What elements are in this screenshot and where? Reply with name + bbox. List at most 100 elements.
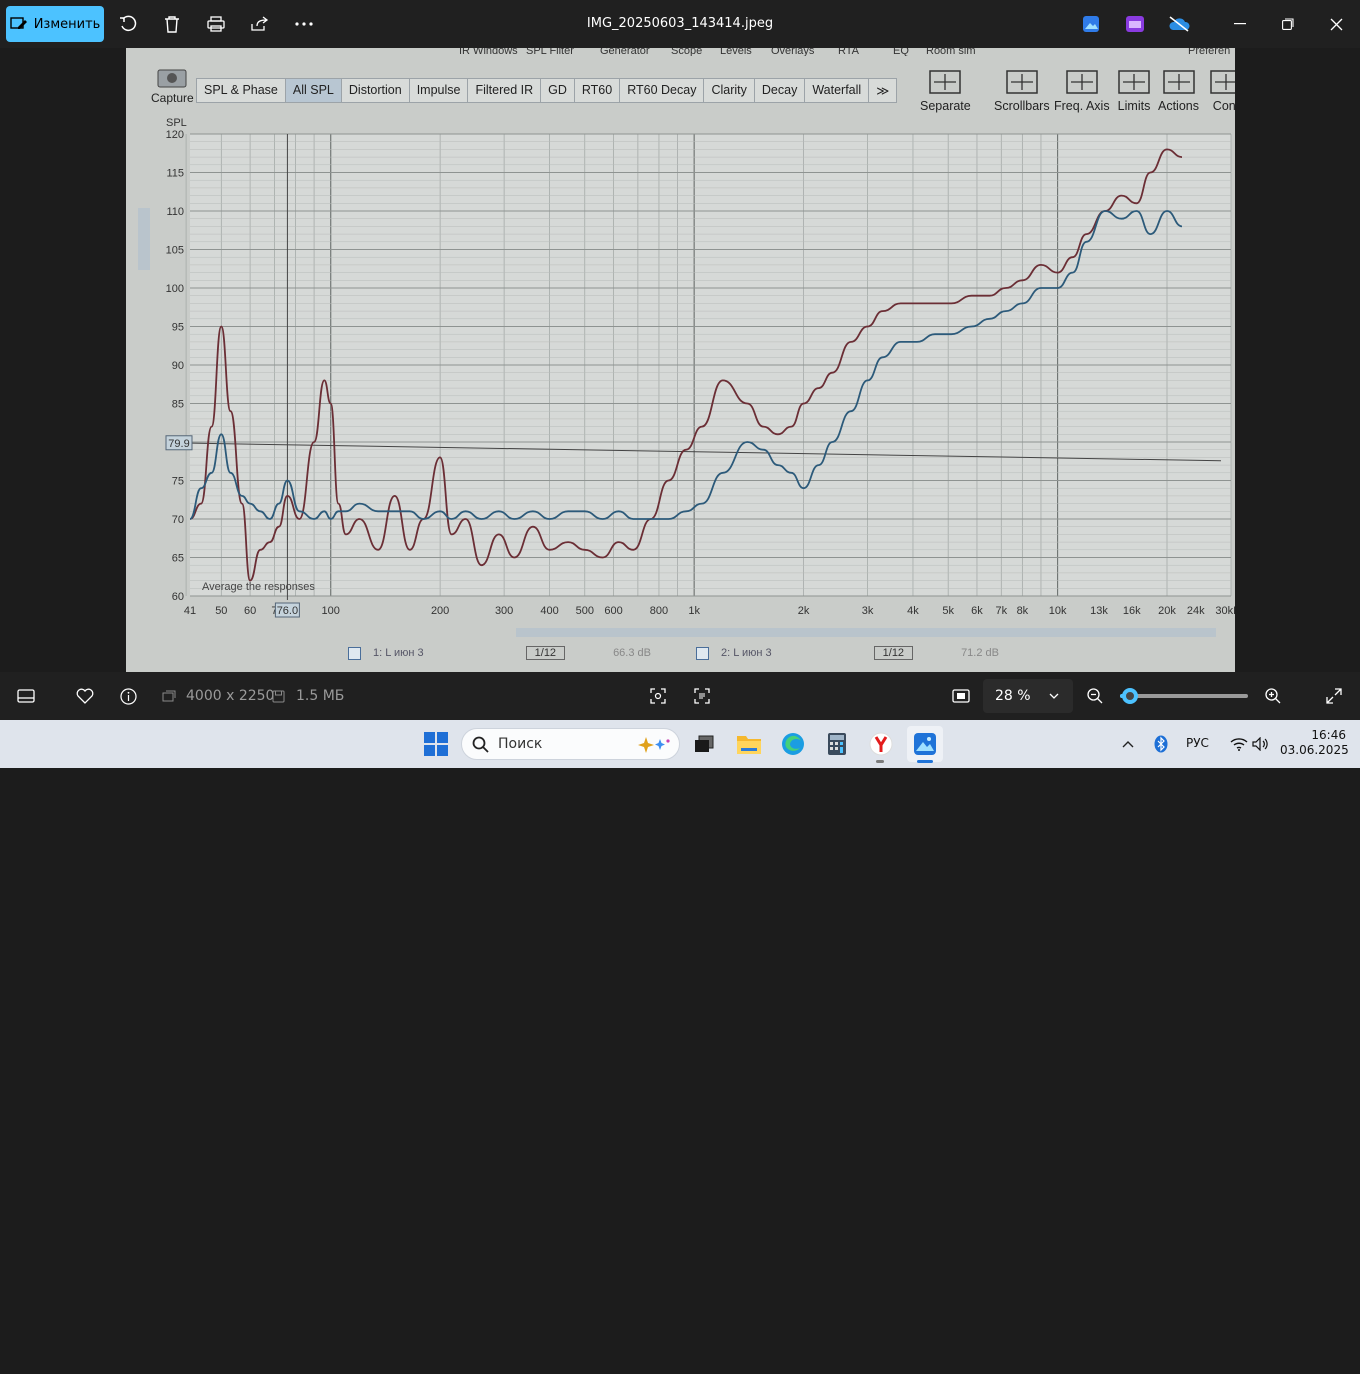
x-tick-label: 300 — [495, 605, 513, 617]
file-explorer-button[interactable] — [731, 726, 767, 762]
folder-icon — [737, 736, 761, 754]
heart-icon — [76, 688, 94, 704]
zoom-slider[interactable] — [1120, 688, 1248, 704]
y-tick-label: 115 — [166, 168, 184, 180]
chevron-down-icon — [1049, 693, 1059, 699]
x-tick-label: 24k — [1187, 605, 1205, 617]
x-tick-label: 100 — [322, 605, 340, 617]
start-button[interactable] — [418, 726, 454, 762]
photos-app-button[interactable] — [1079, 12, 1103, 36]
dimensions-icon — [162, 1362, 176, 1374]
maximize-button[interactable] — [1276, 12, 1300, 36]
filmstrip-button[interactable] — [14, 684, 38, 708]
onedrive-button[interactable] — [1167, 12, 1191, 36]
fullscreen-icon — [1326, 688, 1342, 704]
x-tick-label: 800 — [650, 605, 668, 617]
y-tick-label: 120 — [166, 129, 184, 141]
y-tick-label: 60 — [172, 591, 184, 603]
window-title: IMG_20250603_143414.jpeg — [586, 16, 774, 31]
y-tick-label: 70 — [172, 514, 184, 526]
photos-taskbar-button[interactable] — [907, 726, 943, 762]
x-tick-label: 600 — [604, 605, 622, 617]
fullscreen-button[interactable] — [1322, 684, 1346, 708]
clock[interactable]: 16:46 03.06.2025 — [1280, 728, 1349, 758]
taskbar-search[interactable]: Поиск — [461, 728, 680, 760]
y-tick-label: 65 — [172, 553, 184, 565]
x-tick-label: 13k — [1090, 605, 1108, 617]
legend-entry: 1: L июн 3 1/12 66.3 dB — [348, 646, 651, 660]
photo-canvas[interactable]: IR Windows SPL Filter Generator Scope Levels… — [126, 48, 1235, 672]
zoom-in-button[interactable] — [1261, 684, 1285, 708]
legend-checkbox — [696, 646, 709, 660]
legend-entry: 2: L июн 3 1/12 71.2 dB — [696, 646, 999, 660]
yandex-browser-button[interactable] — [863, 726, 899, 762]
cursor-x-readout: 76.0 — [277, 605, 298, 617]
task-view-icon — [695, 735, 714, 752]
y-tick-label: 105 — [166, 245, 184, 257]
quick-settings-button[interactable] — [1220, 726, 1280, 762]
visual-search-icon — [650, 688, 666, 704]
close-button[interactable] — [1324, 12, 1348, 36]
favorite-button[interactable] — [73, 684, 97, 708]
show-hidden-icons-button[interactable] — [1110, 726, 1146, 762]
search-icon — [472, 736, 489, 753]
disk-icon — [272, 690, 285, 703]
input-language[interactable]: РУС — [1186, 736, 1209, 750]
x-tick-label: 30kHz — [1215, 605, 1235, 617]
calculator-button[interactable] — [819, 726, 855, 762]
file-info-button[interactable] — [116, 684, 140, 708]
y-tick-label: 110 — [166, 206, 184, 218]
x-tick-label: 20k — [1158, 605, 1176, 617]
y-tick-label: 90 — [172, 360, 184, 372]
x-tick-label: 2k — [798, 605, 810, 617]
y-tick-label: 95 — [172, 322, 184, 334]
zoom-level: 28 % — [995, 688, 1031, 704]
x-tick-label: 200 — [431, 605, 449, 617]
x-tick-label: 500 — [576, 605, 594, 617]
x-tick-label: 41 — [184, 605, 196, 617]
text-scan-icon — [694, 688, 710, 704]
minimize-icon — [1234, 23, 1246, 25]
zoom-out-button[interactable] — [1083, 684, 1107, 708]
calculator-icon — [828, 733, 846, 755]
x-tick-label: 50 — [215, 605, 227, 617]
photo-h-scrollbar — [516, 628, 1216, 637]
clock-date: 03.06.2025 — [1280, 743, 1349, 757]
clipchamp-button[interactable] — [1123, 12, 1147, 36]
wifi-icon — [1230, 738, 1248, 751]
legend-level: 66.3 dB — [613, 647, 651, 659]
x-tick-label: 400 — [540, 605, 558, 617]
text-scan-button[interactable] — [690, 684, 714, 708]
edge-icon — [782, 733, 804, 755]
x-tick-label: 10k — [1049, 605, 1067, 617]
x-tick-label: 6k — [971, 605, 983, 617]
info-icon — [119, 687, 137, 705]
legend-label: 2: L июн 3 — [721, 647, 772, 659]
legend-checkbox — [348, 646, 361, 660]
zoom-dropdown[interactable]: 28 % — [983, 679, 1073, 713]
minimize-button[interactable] — [1228, 12, 1252, 36]
photos-icon — [1083, 16, 1099, 32]
edge-browser-button[interactable] — [775, 726, 811, 762]
cursor-y-readout: 79.9 — [168, 438, 189, 450]
visual-search-button[interactable] — [646, 684, 670, 708]
y-tick-label: 85 — [172, 399, 184, 411]
windows-logo-icon — [424, 732, 448, 756]
bluetooth-button[interactable] — [1143, 726, 1179, 762]
x-tick-label: 60 — [244, 605, 256, 617]
average-responses-label: Average the responses — [202, 581, 315, 593]
task-view-button[interactable] — [686, 726, 722, 762]
zoom-slider-thumb[interactable] — [1122, 688, 1139, 704]
fit-to-window-button[interactable] — [949, 684, 973, 708]
photos-app-icon — [914, 733, 936, 755]
cloud-off-icon — [1169, 16, 1190, 32]
copilot-sparkle-icon — [638, 737, 670, 753]
legend-label: 1: L июн 3 — [373, 647, 424, 659]
fit-window-icon — [952, 689, 970, 703]
search-placeholder: Поиск — [498, 736, 543, 752]
chevron-up-icon — [1122, 741, 1134, 748]
yandex-icon — [869, 732, 893, 756]
legend-level: 71.2 dB — [961, 647, 999, 659]
bottom-info-bar: 4000 x 2250 1.5 МБ 28 % — [0, 672, 1360, 720]
title-bar: Изменить IMG_20250603_143414.jpeg — [0, 0, 1360, 48]
